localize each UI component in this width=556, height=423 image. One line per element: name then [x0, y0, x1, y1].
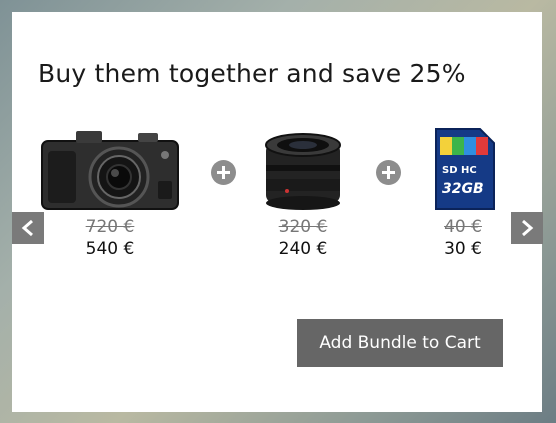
sd-card-icon: SD HC 32GB [435, 128, 495, 210]
chevron-left-icon [21, 219, 33, 237]
add-bundle-to-cart-button[interactable]: Add Bundle to Cart [297, 319, 503, 367]
svg-text:SD HC: SD HC [442, 165, 477, 176]
carousel-next-button[interactable] [511, 212, 543, 244]
chevron-right-icon [522, 219, 534, 237]
price-old: 720 € [85, 217, 135, 237]
product-lens[interactable]: 320 € 240 € [253, 127, 353, 259]
price-new: 540 € [85, 239, 135, 259]
camera-lens-icon [265, 133, 341, 210]
product-sd-card[interactable]: SD HC 32GB 40 € 30 € [423, 127, 503, 259]
plus-icon [211, 160, 236, 185]
price-new: 30 € [444, 239, 482, 259]
bundle-title: Buy them together and save 25% [38, 59, 466, 88]
product-camera[interactable]: 720 € 540 € [40, 127, 180, 259]
plus-icon [376, 160, 401, 185]
bundle-panel: Buy them together and save 25% 720 € 540… [12, 12, 543, 412]
price-new: 240 € [278, 239, 328, 259]
svg-text:32GB: 32GB [442, 181, 484, 197]
price-old: 40 € [444, 217, 482, 237]
camera-icon [41, 131, 179, 210]
price-old: 320 € [278, 217, 328, 237]
carousel-prev-button[interactable] [12, 212, 44, 244]
